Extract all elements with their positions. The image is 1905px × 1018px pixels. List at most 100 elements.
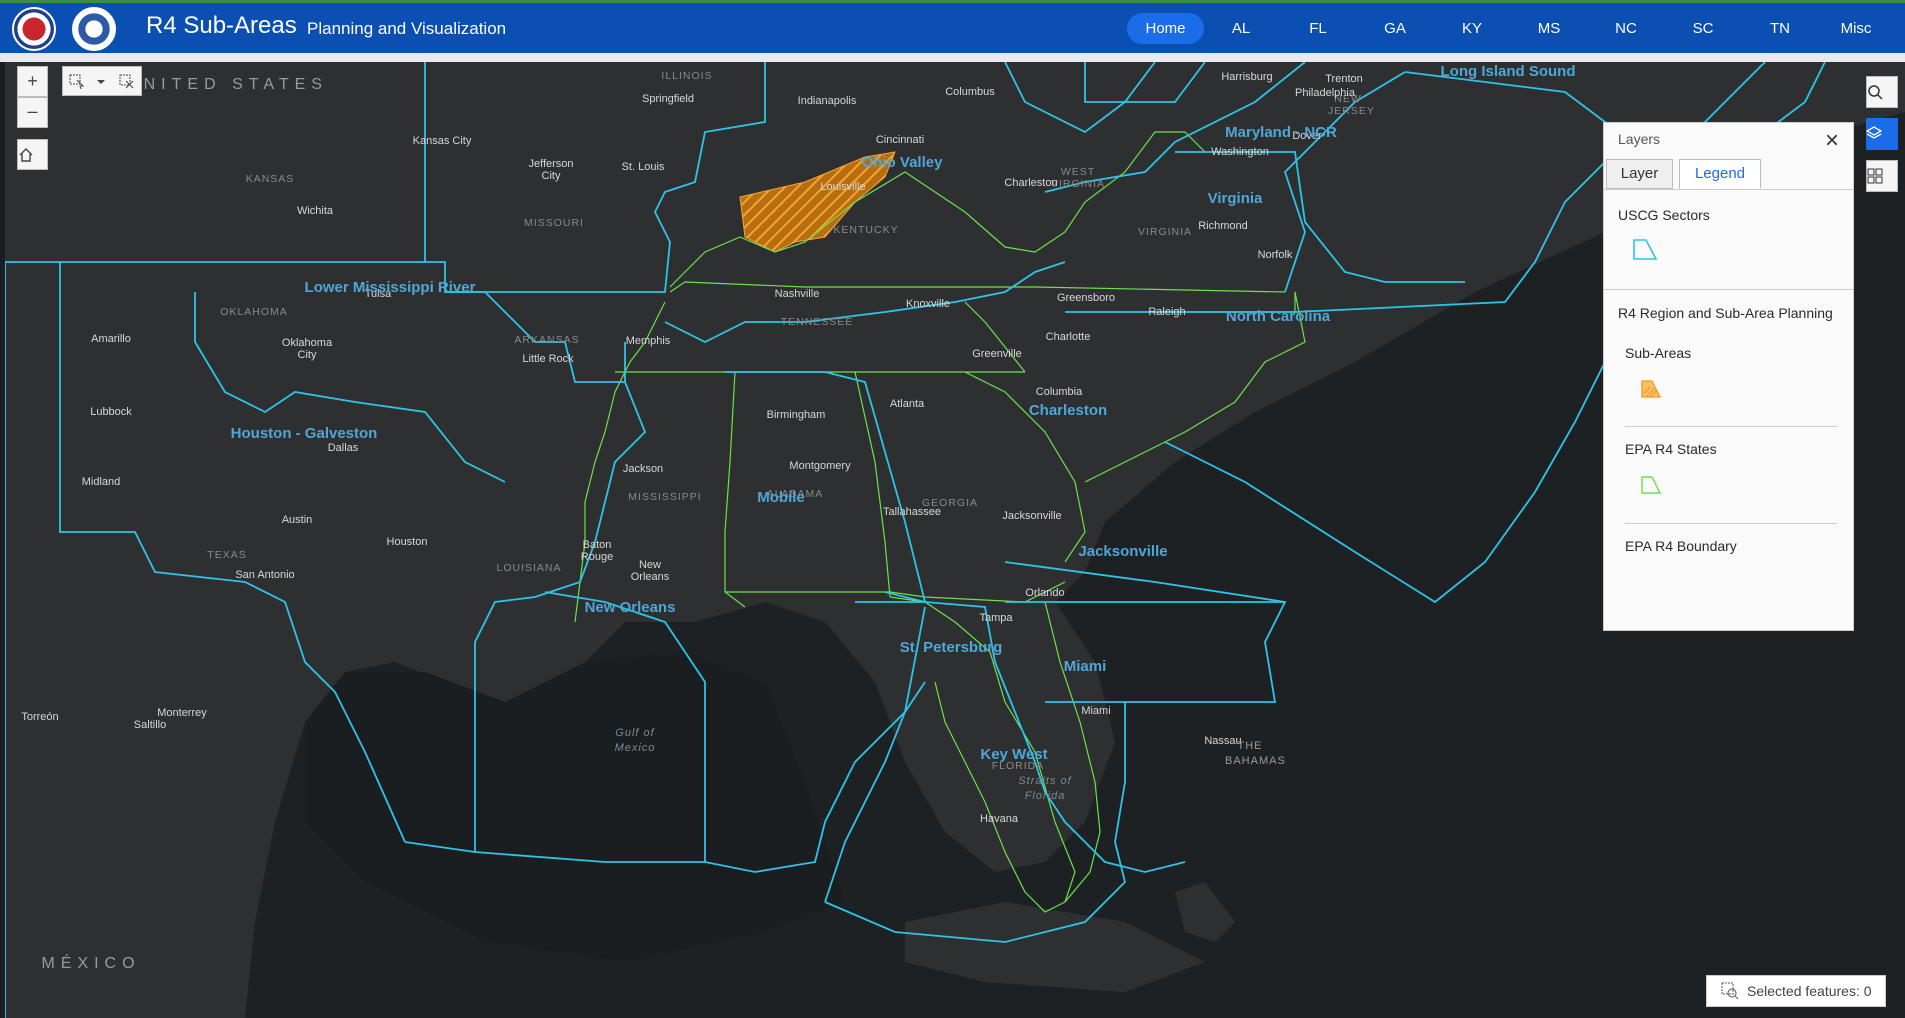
- state-label: MISSOURI: [524, 217, 584, 229]
- sub-area-hatch-icon: [1641, 380, 1662, 398]
- city-label: Torreón: [21, 711, 59, 723]
- subarea-label-ohio-valley: Ohio Valley: [861, 154, 943, 171]
- select-icon[interactable]: [69, 74, 85, 90]
- city-label: Norfolk: [1257, 249, 1293, 261]
- city-label: Raleigh: [1148, 306, 1186, 318]
- city-label: Knoxville: [905, 298, 951, 310]
- water-label: THE BAHAMAS: [1225, 740, 1286, 767]
- nav-misc[interactable]: Misc: [1830, 13, 1882, 44]
- layers-icon: [1866, 126, 1882, 139]
- app-title: R4 Sub-Areas: [146, 12, 297, 39]
- nav-tn[interactable]: TN: [1757, 13, 1803, 44]
- city-label: Philadelphia: [1295, 87, 1355, 99]
- nav-home[interactable]: Home: [1127, 13, 1204, 44]
- city-label: Richmond: [1198, 220, 1248, 232]
- city-label: Columbia: [1035, 386, 1083, 398]
- city-label: Jackson: [622, 463, 664, 475]
- uscg-logo: [72, 7, 116, 51]
- nav-nc[interactable]: NC: [1603, 13, 1649, 44]
- subarea-label-mobile: Mobile: [757, 489, 805, 506]
- city-label: New Orleans: [630, 559, 670, 583]
- city-label: Wichita: [296, 205, 334, 217]
- city-label: Washington: [1211, 146, 1269, 158]
- tab-legend[interactable]: Legend: [1679, 159, 1761, 189]
- app-subtitle: Planning and Visualization: [307, 19, 507, 38]
- water-label: Gulf of Mexico: [614, 727, 656, 754]
- nav-fl[interactable]: FL: [1295, 13, 1341, 44]
- city-label: Louisville: [820, 181, 866, 193]
- state-label: MISSISSIPPI: [628, 491, 702, 503]
- city-label: Houston: [386, 536, 428, 548]
- legend-divider: [1604, 289, 1853, 290]
- water-label: Straits of Florida: [1018, 775, 1072, 802]
- subarea-label-maryland-ncr: Maryland - NCR: [1225, 124, 1337, 141]
- city-label: Charlotte: [1045, 331, 1091, 343]
- city-label: Jacksonville: [1002, 510, 1062, 522]
- selection-toolbar: [62, 66, 142, 96]
- city-label: Tampa: [979, 612, 1013, 624]
- subarea-label-lower-mississippi: Lower Mississippi River: [304, 279, 476, 296]
- city-label: Midland: [81, 476, 121, 488]
- nav-ga[interactable]: GA: [1372, 13, 1418, 44]
- app-header: R4 Sub-Areas Planning and Visualization …: [0, 3, 1905, 53]
- legend-divider: [1625, 426, 1837, 427]
- city-label: Greenville: [972, 348, 1022, 360]
- grid-icon: [1867, 168, 1883, 184]
- subarea-label-long-island-sound: Long Island Sound: [1440, 63, 1576, 80]
- city-label: Austin: [281, 514, 313, 526]
- city-label: Jefferson City: [528, 158, 574, 182]
- gulf-water: [305, 652, 845, 962]
- subarea-label-st-petersburg: St. Petersburg: [899, 639, 1003, 656]
- city-label: Springfield: [642, 93, 694, 105]
- city-label: Oklahoma City: [281, 337, 333, 361]
- state-label: TENNESSEE: [780, 316, 854, 328]
- legend-sub-areas: Sub-Areas: [1625, 345, 1692, 361]
- city-label: Nashville: [774, 288, 820, 300]
- nav-sc[interactable]: SC: [1680, 13, 1726, 44]
- state-label: ARKANSAS: [514, 334, 580, 346]
- basemap-gallery-button[interactable]: [1866, 160, 1898, 192]
- clear-selection-icon[interactable]: [119, 74, 135, 90]
- layers-button[interactable]: [1866, 118, 1898, 150]
- subarea-label-houston-galveston: Houston - Galveston: [230, 425, 378, 442]
- legend-epa-states: EPA R4 States: [1625, 441, 1717, 457]
- nav-ms[interactable]: MS: [1526, 13, 1572, 44]
- city-label: St. Louis: [621, 161, 665, 173]
- search-button[interactable]: [1866, 76, 1898, 108]
- nav-al[interactable]: AL: [1218, 13, 1264, 44]
- cuba-land: [905, 902, 1205, 992]
- sector-polygon-icon: [1633, 239, 1658, 260]
- close-icon[interactable]: ×: [1825, 127, 1839, 155]
- bahamas-land: [1175, 882, 1235, 942]
- layers-panel: Layers × Layer Legend USCG Sectors R4 Re…: [1603, 122, 1854, 631]
- state-label: LOUISIANA: [496, 562, 562, 574]
- city-label: Amarillo: [91, 333, 131, 345]
- state-label: TEXAS: [207, 549, 247, 561]
- selected-features-status[interactable]: Selected features: 0: [1706, 975, 1886, 1007]
- subarea-label-charleston: Charleston: [1028, 402, 1108, 419]
- city-label: Saltillo: [133, 719, 167, 731]
- state-polygon-icon: [1641, 476, 1662, 494]
- tab-divider: [1604, 189, 1853, 190]
- zoom-in-button[interactable]: +: [17, 66, 48, 97]
- header-divider: [0, 53, 1905, 62]
- legend-divider: [1625, 523, 1837, 524]
- city-label: Tallahassee: [882, 506, 942, 518]
- city-label: Dallas: [327, 442, 359, 454]
- city-label: Trenton: [1325, 73, 1363, 85]
- tab-layer[interactable]: Layer: [1606, 159, 1673, 189]
- city-label: Cincinnati: [875, 134, 925, 146]
- subarea-label-new-orleans: New Orleans: [584, 599, 676, 616]
- subarea-label-key-west: Key West: [980, 746, 1048, 763]
- zoom-out-button[interactable]: –: [17, 97, 48, 128]
- epa-logo: [12, 7, 56, 51]
- nav-ky[interactable]: KY: [1449, 13, 1495, 44]
- subarea-label-miami: Miami: [1063, 658, 1107, 675]
- subarea-label-virginia: Virginia: [1207, 190, 1263, 207]
- chevron-down-icon[interactable]: [96, 77, 106, 87]
- subarea-label-jacksonville: Jacksonville: [1078, 543, 1168, 560]
- city-label: Havana: [980, 813, 1018, 825]
- state-label: VIRGINIA: [1137, 226, 1193, 238]
- city-label: Columbus: [945, 86, 995, 98]
- home-button[interactable]: [17, 139, 48, 170]
